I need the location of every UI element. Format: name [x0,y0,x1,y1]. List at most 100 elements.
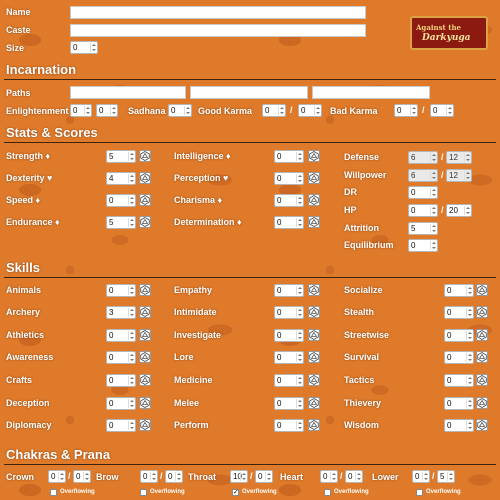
strength-roll-button[interactable] [139,150,151,162]
skill-wisdom-roll-button[interactable] [476,419,488,431]
chakra-throat-max-input[interactable]: 0 [255,470,273,483]
intelligence-roll-button[interactable] [308,150,320,162]
skill-lore-input[interactable]: 0 [274,351,304,364]
enlightenment-max-input[interactable]: 0 [96,104,118,117]
skill-athletics-input[interactable]: 0 [106,329,136,342]
skill-socialize-input[interactable]: 0 [444,284,474,297]
skill-streetwise-input[interactable]: 0 [444,329,474,342]
skill-crafts-input[interactable]: 0 [106,374,136,387]
skill-tactics-input[interactable]: 0 [444,374,474,387]
defense-input[interactable]: 6 [408,151,438,164]
perception-roll-button[interactable] [308,172,320,184]
skill-lore-roll-button[interactable] [308,351,320,363]
chakra-brow-max-input[interactable]: 0 [165,470,183,483]
skill-perform-roll-button[interactable] [308,419,320,431]
skill-streetwise-roll-button[interactable] [476,329,488,341]
skill-tactics-roll-button[interactable] [476,374,488,386]
skill-survival-roll-button[interactable] [476,351,488,363]
skill-tactics-input-value: 0 [447,376,452,385]
willpower-max-input[interactable]: 12 [446,169,472,182]
chakra-heart-overflowing-checkbox[interactable] [324,489,331,496]
skill-investigate-roll-button[interactable] [308,329,320,341]
skill-wisdom-input[interactable]: 0 [444,419,474,432]
dexterity-input[interactable]: 4 [106,172,136,185]
path-input-2[interactable] [190,86,308,99]
name-input[interactable] [70,6,366,19]
skill-deception-input[interactable]: 0 [106,397,136,410]
skill-survival-input[interactable]: 0 [444,351,474,364]
skill-deception-roll-button[interactable] [139,397,151,409]
chakra-brow-separator: / [160,471,163,481]
skill-socialize-roll-button[interactable] [476,284,488,296]
dice-icon [309,195,319,205]
chakra-lower-max-input[interactable]: 5 [437,470,455,483]
enlightenment-input[interactable]: 0 [70,104,92,117]
skill-empathy-input[interactable]: 0 [274,284,304,297]
chakra-heart-input[interactable]: 0 [320,470,338,483]
path-input-3[interactable] [312,86,430,99]
skill-thievery-roll-button[interactable] [476,397,488,409]
good-karma-max-input[interactable]: 0 [298,104,322,117]
strength-input[interactable]: 5 [106,150,136,163]
skill-thievery-input[interactable]: 0 [444,397,474,410]
chakra-crown-overflowing-checkbox[interactable] [50,489,57,496]
skill-archery-input[interactable]: 3 [106,306,136,319]
good-karma-input[interactable]: 0 [262,104,286,117]
bad-karma-max-input[interactable]: 0 [430,104,454,117]
chakra-brow-overflowing-checkbox[interactable] [140,489,147,496]
skill-crafts-roll-button[interactable] [139,374,151,386]
skill-awareness-roll-button[interactable] [139,351,151,363]
skill-intimidate-roll-button[interactable] [308,306,320,318]
chakra-crown-max-input[interactable]: 0 [73,470,91,483]
willpower-input[interactable]: 6 [408,169,438,182]
equilibrium-input[interactable]: 0 [408,239,438,252]
endurance-roll-button[interactable] [139,216,151,228]
size-input[interactable]: 0 [70,41,98,54]
skill-melee-input[interactable]: 0 [274,397,304,410]
endurance-input[interactable]: 5 [106,216,136,229]
skill-stealth-roll-button[interactable] [476,306,488,318]
charisma-roll-button[interactable] [308,194,320,206]
skill-animals-roll-button[interactable] [139,284,151,296]
determination-roll-button[interactable] [308,216,320,228]
chakra-throat-input[interactable]: 10 [230,470,248,483]
chakra-heart-max-input[interactable]: 0 [345,470,363,483]
skill-medicine-input[interactable]: 0 [274,374,304,387]
bad-karma-input[interactable]: 0 [394,104,418,117]
caste-input[interactable] [70,24,366,37]
skill-perform-input[interactable]: 0 [274,419,304,432]
speed-roll-button[interactable] [139,194,151,206]
intelligence-input[interactable]: 0 [274,150,304,163]
skill-stealth-input[interactable]: 0 [444,306,474,319]
attrition-input[interactable]: 5 [408,222,438,235]
skill-empathy-roll-button[interactable] [308,284,320,296]
chakra-brow-input[interactable]: 0 [140,470,158,483]
perception-input[interactable]: 0 [274,172,304,185]
skill-medicine-roll-button[interactable] [308,374,320,386]
chakra-throat-overflowing-checkbox[interactable]: ✓ [232,489,239,496]
speed-input[interactable]: 0 [106,194,136,207]
defense-max-input[interactable]: 12 [446,151,472,164]
skill-archery-roll-button[interactable] [139,306,151,318]
path-input-1[interactable] [70,86,186,99]
chakra-crown-input[interactable]: 0 [48,470,66,483]
dice-icon [140,420,150,430]
enlightenment-value: 0 [73,106,78,115]
sadhana-input[interactable]: 0 [168,104,192,117]
chakra-lower-input[interactable]: 0 [412,470,430,483]
skill-investigate-input[interactable]: 0 [274,329,304,342]
charisma-input[interactable]: 0 [274,194,304,207]
determination-input[interactable]: 0 [274,216,304,229]
chakra-lower-overflowing-checkbox[interactable] [416,489,423,496]
skill-diplomacy-input[interactable]: 0 [106,419,136,432]
skill-athletics-roll-button[interactable] [139,329,151,341]
dexterity-roll-button[interactable] [139,172,151,184]
hp-max-input[interactable]: 20 [446,204,472,217]
skill-animals-input[interactable]: 0 [106,284,136,297]
skill-diplomacy-roll-button[interactable] [139,419,151,431]
skill-intimidate-input[interactable]: 0 [274,306,304,319]
hp-input[interactable]: 0 [408,204,438,217]
skill-melee-roll-button[interactable] [308,397,320,409]
skill-awareness-input[interactable]: 0 [106,351,136,364]
dr-input[interactable]: 0 [408,186,438,199]
